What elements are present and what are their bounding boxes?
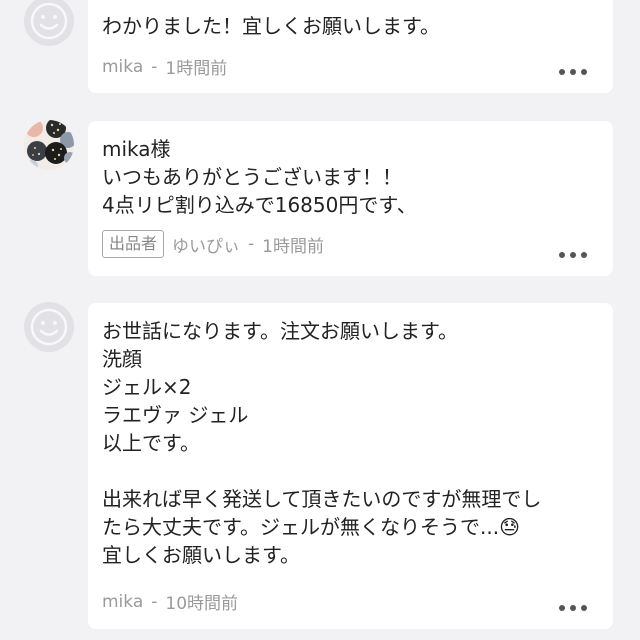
comment-meta: mika - 10時間前	[102, 589, 239, 615]
meta-separator: -	[151, 591, 158, 612]
comment-bubble: お世話になります。注文お願いします。 洗顔 ジェル×2 ラエヴァ ジェル 以上で…	[88, 303, 613, 629]
comment-bubble: わかりました！宜しくお願いします。 mika - 1時間前	[88, 0, 613, 93]
comment-author[interactable]: mika	[102, 57, 143, 77]
comment-author[interactable]: ゆいぴぃ	[172, 232, 240, 257]
comment-time: 1時間前	[262, 236, 324, 257]
comment-meta: 出品者 ゆいぴぃ - 1時間前	[102, 230, 324, 258]
comment-meta: mika - 1時間前	[102, 54, 228, 80]
comment-bubble: mika様 いつもありがとうございます！！ 4点リピ割り込みで16850円です、…	[88, 121, 613, 276]
comment-time: 1時間前	[165, 59, 228, 79]
comment-text: わかりました！宜しくお願いします。	[102, 14, 440, 38]
comment-item: お世話になります。注文お願いします。 洗顔 ジェル×2 ラエヴァ ジェル 以上で…	[0, 302, 640, 640]
meta-separator: -	[151, 56, 158, 77]
default-avatar-icon[interactable]	[24, 0, 74, 46]
comment-text: お世話になります。注文お願いします。 洗顔 ジェル×2 ラエヴァ ジェル 以上で…	[102, 319, 542, 567]
more-dots-icon[interactable]	[559, 605, 587, 613]
comment-text: mika様 いつもありがとうございます！！ 4点リピ割り込みで16850円です、	[102, 137, 417, 217]
comment-time: 10時間前	[165, 594, 239, 614]
comment-author[interactable]: mika	[102, 592, 143, 612]
more-dots-icon[interactable]	[559, 69, 587, 77]
default-avatar-icon[interactable]	[24, 302, 74, 352]
seller-badge: 出品者	[102, 230, 165, 258]
comment-item: mika様 いつもありがとうございます！！ 4点リピ割り込みで16850円です、…	[0, 120, 640, 276]
meta-separator: -	[248, 234, 255, 254]
more-dots-icon[interactable]	[559, 252, 587, 260]
patterned-avatar-icon[interactable]	[24, 120, 74, 170]
comment-item: わかりました！宜しくお願いします。 mika - 1時間前	[0, 0, 640, 94]
